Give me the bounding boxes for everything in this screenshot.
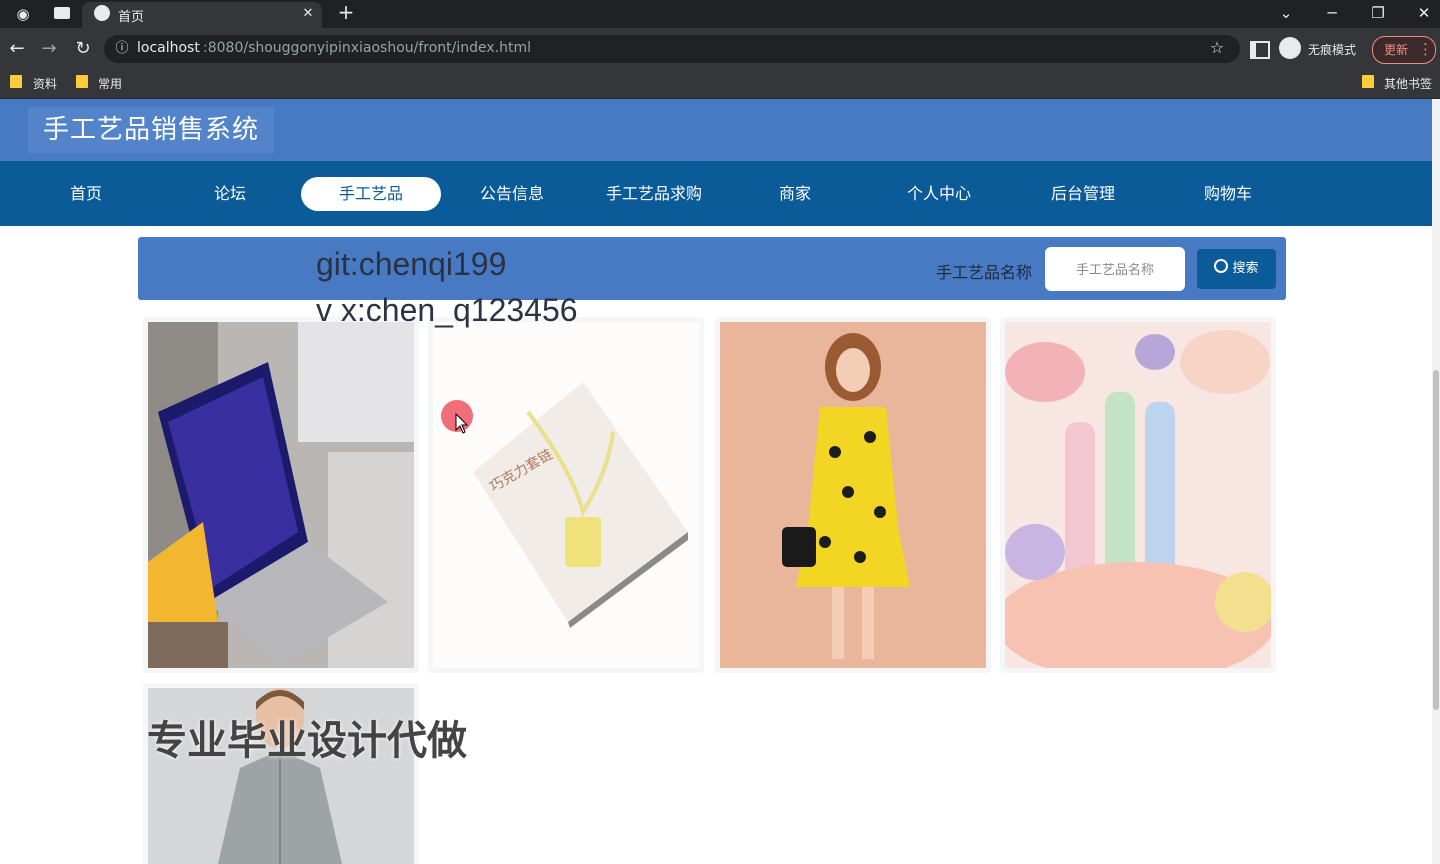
minimize-icon[interactable]: ─ xyxy=(1322,3,1342,23)
window-close-icon[interactable]: ✕ xyxy=(1414,3,1434,23)
product-card[interactable] xyxy=(715,317,991,673)
watermark-git: git:chenqi199 xyxy=(316,246,507,282)
nav-forum[interactable]: 论坛 xyxy=(170,177,290,211)
search-input[interactable] xyxy=(1045,247,1185,291)
laptop-photo xyxy=(148,322,414,668)
update-label: 更新 xyxy=(1384,43,1409,57)
incognito-label[interactable]: 无痕模式 xyxy=(1308,41,1356,58)
search-icon xyxy=(1214,259,1229,273)
incognito-icon[interactable] xyxy=(1279,37,1301,59)
pastel-knit-photo xyxy=(1005,322,1271,668)
nav-merchants[interactable]: 商家 xyxy=(735,177,855,211)
tab-search-icon[interactable] xyxy=(54,7,70,19)
product-card[interactable] xyxy=(1000,317,1276,673)
browser-menu-icon[interactable]: ◉ xyxy=(12,4,34,24)
restore-icon[interactable]: ❐ xyxy=(1368,3,1388,23)
folder-icon xyxy=(10,75,22,88)
info-icon[interactable]: ⓘ xyxy=(114,39,130,59)
side-panel-icon[interactable] xyxy=(1250,41,1270,59)
nav-notices[interactable]: 公告信息 xyxy=(452,177,572,211)
yellow-dress-photo xyxy=(720,322,986,668)
nav-home[interactable]: 首页 xyxy=(26,177,146,211)
nav-cart[interactable]: 购物车 xyxy=(1168,177,1288,211)
close-tab-icon[interactable]: ✕ xyxy=(298,4,318,24)
search-button[interactable]: 搜索 xyxy=(1197,249,1276,289)
site-title: 手工艺品销售系统 xyxy=(28,107,274,153)
url-path: :8080/shouggonyipinxiaoshou/front/index.… xyxy=(203,40,532,56)
watermark-wechat: v x:chen_q123456 xyxy=(316,292,578,328)
watermark-promo: 专业毕业设计代做 xyxy=(147,718,467,764)
chocolate-necklace-photo: 巧克力套链 xyxy=(433,322,699,668)
nav-purchase-requests[interactable]: 手工艺品求购 xyxy=(584,177,724,211)
tab-list-chevron-icon[interactable]: ⌄ xyxy=(1276,3,1296,23)
bookmark-changyong[interactable]: 常用 xyxy=(98,75,122,92)
product-card[interactable] xyxy=(143,317,419,673)
forward-icon[interactable]: → xyxy=(38,39,60,59)
new-tab-button[interactable]: + xyxy=(336,2,356,22)
nav-admin[interactable]: 后台管理 xyxy=(1023,177,1143,211)
reload-icon[interactable]: ↻ xyxy=(72,39,94,59)
globe-icon xyxy=(94,5,110,21)
folder-icon xyxy=(76,75,88,88)
tab-title: 首页 xyxy=(118,10,145,25)
search-label: 手工艺品名称 xyxy=(936,263,1033,282)
other-bookmarks[interactable]: 其他书签 xyxy=(1384,75,1432,92)
mouse-pointer-icon xyxy=(455,413,469,434)
product-card[interactable]: 巧克力套链 xyxy=(428,317,704,673)
page-scrollbar-thumb[interactable] xyxy=(1433,370,1439,710)
bookmark-ziliao[interactable]: 资料 xyxy=(33,75,57,92)
nav-personal-center[interactable]: 个人中心 xyxy=(879,177,999,211)
folder-icon xyxy=(1362,75,1374,88)
nav-handicrafts[interactable]: 手工艺品 xyxy=(301,177,441,211)
more-menu-icon[interactable]: ⋮ xyxy=(1418,39,1433,59)
bookmark-star-icon[interactable]: ☆ xyxy=(1207,38,1227,58)
back-icon[interactable]: ← xyxy=(6,39,28,59)
search-button-label: 搜索 xyxy=(1232,261,1259,276)
url-host: localhost xyxy=(137,40,200,56)
bookmarks-bar xyxy=(0,68,1440,99)
